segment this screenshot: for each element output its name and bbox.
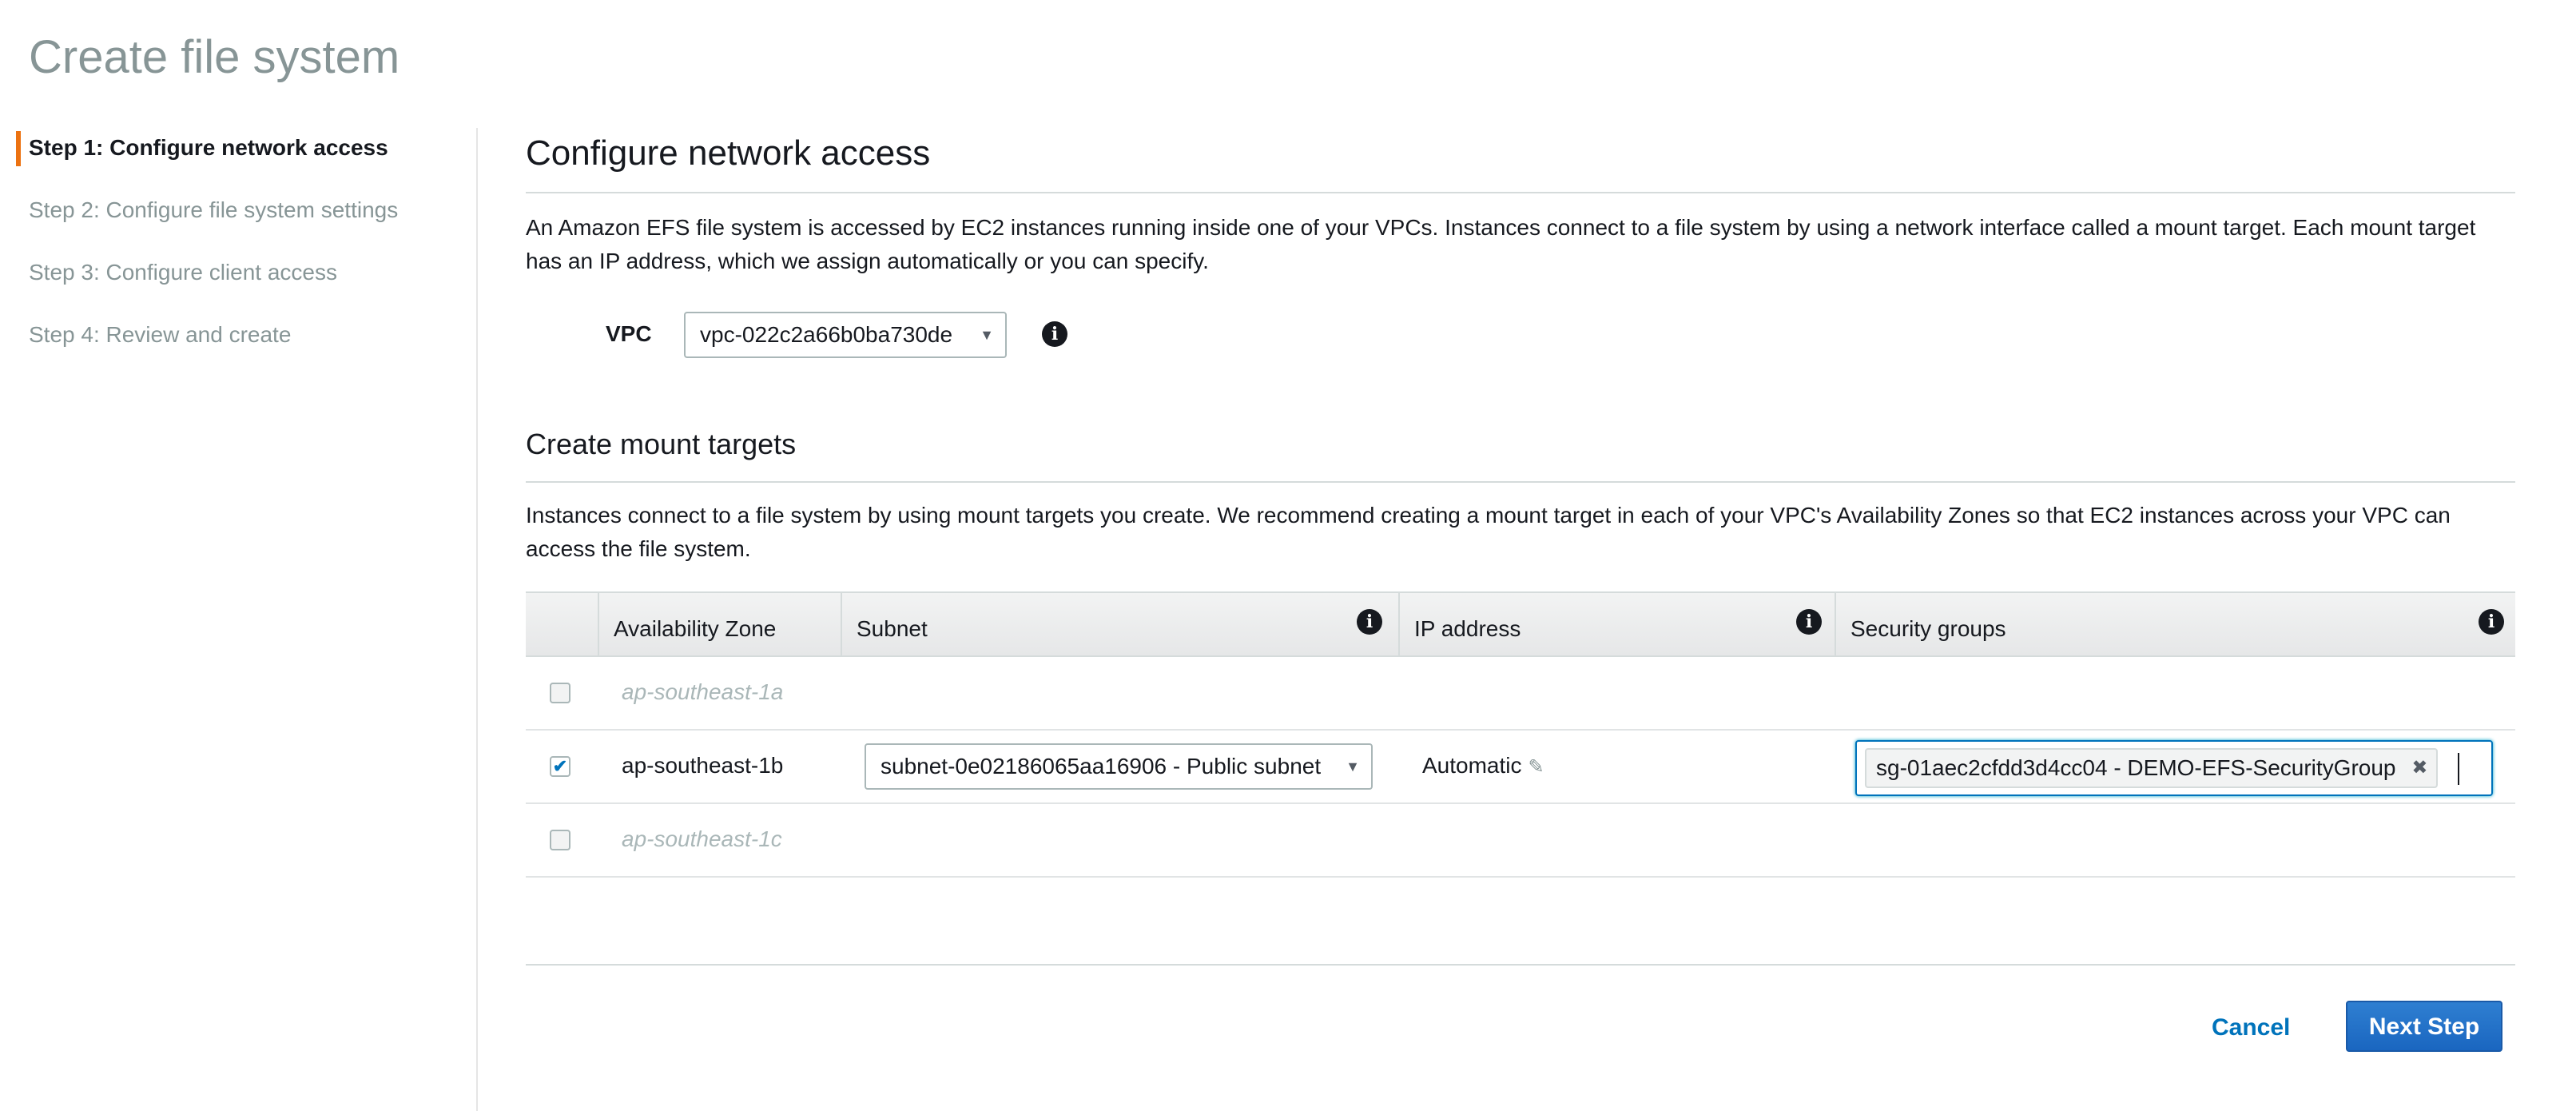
security-group-token: sg-01aec2cfdd3d4cc04 - DEMO-EFS-Security… — [1865, 748, 2438, 788]
table-row: ap-southeast-1c — [526, 804, 2515, 878]
header-ip-address: IP address i — [1398, 593, 1835, 657]
header-select-column — [526, 593, 598, 657]
subnet-select-value: subnet-0e02186065aa16906 - Public subnet — [881, 754, 1322, 778]
info-icon[interactable]: i — [1796, 609, 1822, 635]
header-subnet-label: Subnet — [857, 616, 928, 641]
security-group-token-label: sg-01aec2cfdd3d4cc04 - DEMO-EFS-Security… — [1876, 755, 2396, 780]
footer-divider — [526, 964, 2515, 966]
cancel-button[interactable]: Cancel — [2212, 1010, 2290, 1045]
section-heading-network: Configure network access — [526, 133, 931, 173]
header-availability-zone: Availability Zone — [598, 593, 841, 657]
vpc-select-value: vpc-022c2a66b0ba730de — [700, 322, 953, 347]
row-checkbox[interactable]: ✔ — [550, 756, 570, 777]
header-subnet: Subnet i — [841, 593, 1398, 657]
availability-zone: ap-southeast-1a — [622, 679, 784, 704]
close-icon[interactable]: ✖ — [2411, 750, 2427, 786]
chevron-down-icon: ▼ — [980, 327, 994, 343]
mount-targets-table: Availability Zone Subnet i IP address i … — [526, 591, 2515, 878]
ip-address-cell[interactable]: Automatic ✎ — [1422, 750, 1544, 783]
checkmark-icon: ✔ — [552, 756, 568, 776]
step-3-configure-client-access[interactable]: Step 3: Configure client access — [0, 253, 476, 315]
info-icon[interactable]: i — [1357, 609, 1382, 635]
page-title: Create file system — [29, 31, 400, 83]
subnet-select[interactable]: subnet-0e02186065aa16906 - Public subnet… — [865, 743, 1373, 790]
next-step-button[interactable]: Next Step — [2346, 1001, 2502, 1052]
chevron-down-icon: ▼ — [1346, 759, 1360, 775]
vpc-select[interactable]: vpc-022c2a66b0ba730de ▼ — [684, 312, 1007, 358]
row-checkbox[interactable] — [550, 830, 570, 850]
header-ip-label: IP address — [1414, 616, 1521, 641]
wizard-steps-sidebar: Step 1: Configure network access Step 2:… — [0, 128, 478, 1111]
security-groups-input[interactable]: sg-01aec2cfdd3d4cc04 - DEMO-EFS-Security… — [1855, 740, 2493, 796]
ip-address-value: Automatic — [1422, 753, 1522, 778]
row-checkbox[interactable] — [550, 683, 570, 703]
table-header: Availability Zone Subnet i IP address i … — [526, 591, 2515, 657]
step-2-configure-file-system-settings[interactable]: Step 2: Configure file system settings — [0, 190, 476, 253]
vpc-label: VPC — [606, 321, 652, 346]
network-description: An Amazon EFS file system is accessed by… — [526, 215, 2476, 273]
pencil-icon[interactable]: ✎ — [1529, 756, 1544, 778]
table-row: ✔ ap-southeast-1b subnet-0e02186065aa169… — [526, 731, 2515, 804]
table-row: ap-southeast-1a — [526, 657, 2515, 731]
info-icon[interactable]: i — [2479, 609, 2504, 635]
availability-zone: ap-southeast-1b — [622, 753, 784, 778]
availability-zone: ap-southeast-1c — [622, 826, 782, 851]
mount-targets-description: Instances connect to a file system by us… — [526, 503, 2451, 561]
section-heading-mount-targets: Create mount targets — [526, 428, 797, 460]
text-cursor — [2458, 753, 2459, 785]
section-divider — [526, 481, 2515, 483]
section-divider — [526, 192, 2515, 193]
step-1-configure-network-access[interactable]: Step 1: Configure network access — [0, 128, 476, 190]
header-security-groups: Security groups i — [1835, 593, 2515, 657]
info-icon[interactable]: i — [1042, 321, 1067, 347]
step-4-review-and-create[interactable]: Step 4: Review and create — [0, 315, 476, 377]
header-sg-label: Security groups — [1851, 616, 2006, 641]
header-az-label: Availability Zone — [614, 616, 777, 641]
